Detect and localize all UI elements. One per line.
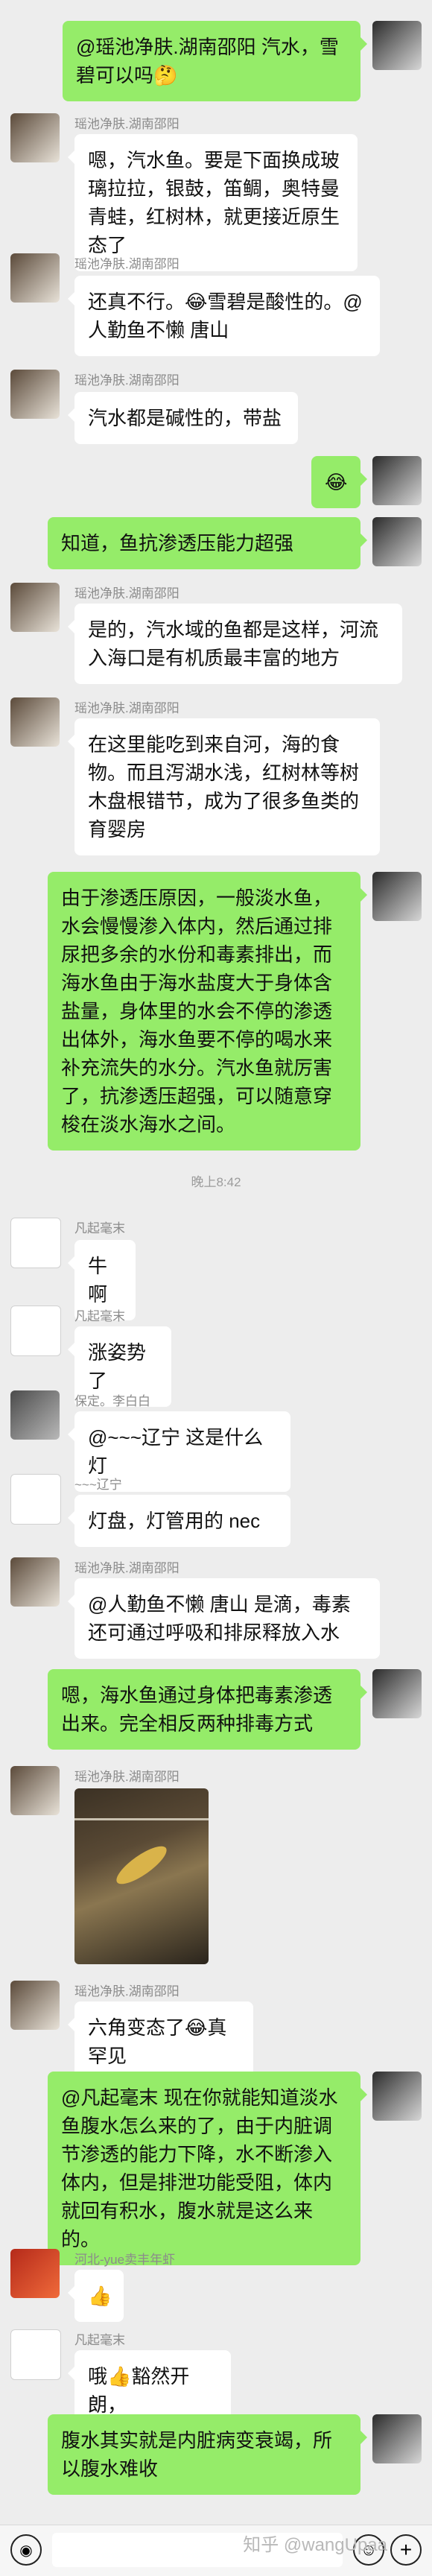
avatar[interactable] [372,2414,422,2463]
sender-name: 瑶池净肤.湖南邵阳 [74,1984,180,1999]
sender-name: 瑶池净肤.湖南邵阳 [74,586,180,601]
watermark: 知乎 @wangUpaa [243,2535,387,2555]
message-bubble: 😂 [311,456,367,508]
message-bubble: 嗯，汽水鱼。要是下面换成玻璃拉拉，银鼓，笛鲷，奥特曼青蛙，红树林，就更接近原生态… [68,134,358,271]
sender-name: 保定。李白白 [74,1394,150,1408]
avatar[interactable] [372,21,422,70]
avatar[interactable] [10,1306,61,1356]
sender-name: 瑶池净肤.湖南邵阳 [74,257,180,271]
sender-name: 凡起毫末 [74,1221,125,1235]
sender-name: 瑶池净肤.湖南邵阳 [74,701,180,715]
avatar[interactable] [10,1766,60,1815]
message-bubble: 嗯，海水鱼通过身体把毒素渗透出来。完全相反两种排毒方式 [48,1669,367,1750]
avatar[interactable] [372,1669,422,1718]
sender-name: ~~~辽宁 [74,1478,122,1492]
sender-name: 瑶池净肤.湖南邵阳 [74,373,180,387]
avatar[interactable] [10,697,60,747]
timestamp-divider: 晚上8:42 [191,1175,241,1189]
message-bubble: 是的，汽水域的鱼都是这样，河流入海口是有机质最丰富的地方 [68,604,402,684]
message-bubble: @瑶池净肤.湖南邵阳 汽水，雪碧可以吗🤔 [63,21,367,101]
message-bubble: 由于渗透压原因，一般淡水鱼，水会慢慢渗入体内，然后通过排尿把多余的水份和毒素排出… [48,872,367,1151]
avatar[interactable] [10,2249,60,2298]
voice-icon[interactable]: ◉ [10,2534,42,2566]
avatar[interactable] [10,1218,61,1268]
avatar[interactable] [10,370,60,419]
sender-name: 凡起毫末 [74,2333,125,2347]
message-bubble: 知道，鱼抗渗透压能力超强 [48,517,367,569]
avatar[interactable] [372,456,422,505]
avatar[interactable] [10,583,60,632]
axolotl-image [111,1840,172,1890]
message-bubble: 在这里能吃到来自河，海的食物。而且泻湖水浅，红树林等树木盘根错节，成为了很多鱼类… [68,718,380,855]
avatar[interactable] [10,1390,60,1440]
avatar[interactable] [372,2072,422,2121]
avatar[interactable] [10,1557,60,1607]
sender-name: 河北-yue卖丰年虾 [74,2253,176,2267]
avatar[interactable] [372,872,422,921]
avatar[interactable] [10,2329,61,2380]
message-bubble: 还真不行。😂雪碧是酸性的。@人勤鱼不懒 唐山 [68,276,380,356]
tank-rim [74,1818,209,1820]
sender-name: 凡起毫末 [74,1309,125,1323]
message-bubble: 六角变态了😂真罕见 [68,2001,253,2082]
avatar[interactable] [10,1981,60,2030]
sender-name: 瑶池净肤.湖南邵阳 [74,1561,180,1575]
shared-photo[interactable] [74,1788,209,1964]
avatar[interactable] [10,253,60,303]
plus-icon[interactable]: + [390,2534,422,2566]
message-bubble: 汽水都是碱性的，带盐 [68,392,298,444]
message-bubble: @人勤鱼不懒 唐山 是滴，毒素还可通过呼吸和排尿释放入水 [68,1578,380,1659]
message-bubble: 灯盘，灯管用的 nec [68,1495,290,1547]
message-bubble: 👍 [68,2270,124,2322]
sender-name: 瑶池净肤.湖南邵阳 [74,1770,180,1784]
message-bubble: @凡起毫末 现在你就能知道淡水鱼腹水怎么来的了，由于内脏调节渗透的能力下降，水不… [48,2072,367,2265]
message-bubble: 腹水其实就是内脏病变衰竭，所以腹水难收 [48,2414,367,2495]
avatar[interactable] [372,517,422,566]
avatar[interactable] [10,113,60,162]
avatar[interactable] [10,1474,61,1525]
sender-name: 瑶池净肤.湖南邵阳 [74,117,180,131]
